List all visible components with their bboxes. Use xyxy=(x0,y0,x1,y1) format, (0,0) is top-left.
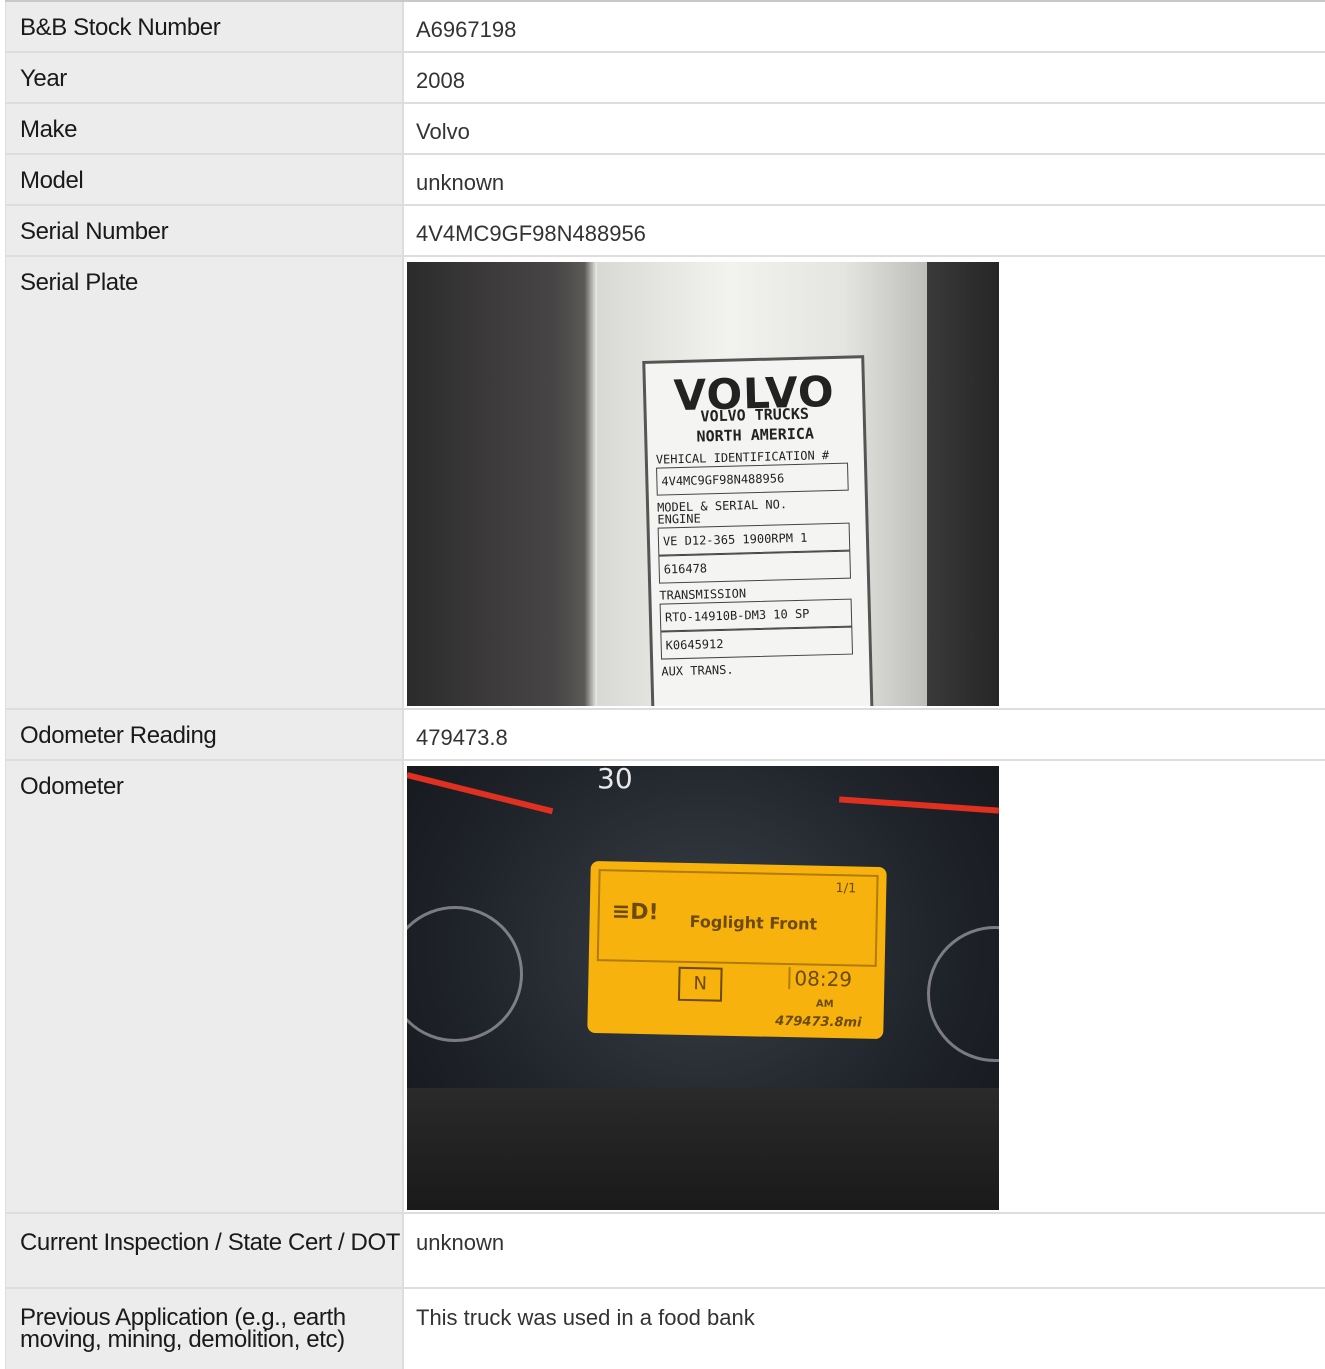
row-make: Make Volvo xyxy=(5,104,1325,155)
row-label: B&B Stock Number xyxy=(6,2,404,51)
row-value: VOLVO VOLVO TRUCKS NORTH AMERICA VEHICAL… xyxy=(404,257,1325,708)
row-label: Odometer xyxy=(6,761,404,1212)
row-previous-application: Previous Application (e.g., earth moving… xyxy=(5,1289,1325,1369)
row-label: Serial Number xyxy=(6,206,404,255)
row-model: Model unknown xyxy=(5,155,1325,206)
row-inspection: Current Inspection / State Cert / DOT un… xyxy=(5,1214,1325,1289)
lcd-message: Foglight Front xyxy=(689,912,818,934)
row-label: Make xyxy=(6,104,404,153)
row-label: Model xyxy=(6,155,404,204)
row-label: Serial Plate xyxy=(6,257,404,708)
lcd-odometer: 479473.8mi xyxy=(775,1013,862,1031)
serial-plate-photo[interactable]: VOLVO VOLVO TRUCKS NORTH AMERICA VEHICAL… xyxy=(407,262,999,706)
odometer-photo[interactable]: 30 1/1 ≡D! Foglight Front N 08:29 AM 479… xyxy=(407,766,999,1210)
plate-line2: NORTH AMERICA xyxy=(696,424,815,446)
plate-engine-serial: 616478 xyxy=(658,550,852,584)
serial-plate: VOLVO VOLVO TRUCKS NORTH AMERICA VEHICAL… xyxy=(642,355,874,706)
speed-mark: 30 xyxy=(597,766,633,795)
plate-brand: VOLVO xyxy=(673,366,836,421)
row-stock-number: B&B Stock Number A6967198 xyxy=(5,2,1325,53)
tach-needle xyxy=(838,796,999,814)
row-value: A6967198 xyxy=(416,17,517,42)
plate-aux-label: AUX TRANS. xyxy=(661,662,734,679)
row-serial-plate: Serial Plate VOLVO VOLVO TRUCKS NORTH AM… xyxy=(5,257,1325,710)
lcd-display: 1/1 ≡D! Foglight Front N 08:29 AM 479473… xyxy=(587,860,887,1040)
row-value: unknown xyxy=(416,1230,505,1255)
row-value: 4V4MC9GF98N488956 xyxy=(416,221,646,246)
plate-vin: 4V4MC9GF98N488956 xyxy=(656,462,849,496)
row-value: 2008 xyxy=(416,68,465,93)
row-label: Previous Application (e.g., earth moving… xyxy=(6,1289,404,1369)
row-odometer: Odometer 30 1/1 ≡D! Foglight Front N 08:… xyxy=(5,761,1325,1214)
vehicle-spec-table: B&B Stock Number A6967198 Year 2008 Make… xyxy=(5,0,1325,1369)
lcd-gear: N xyxy=(677,966,723,1002)
lcd-page-indicator: 1/1 xyxy=(835,881,857,897)
row-value: This truck was used in a food bank xyxy=(416,1305,755,1330)
temp-gauge xyxy=(407,906,523,1042)
fuel-gauge xyxy=(927,926,999,1062)
row-serial-number: Serial Number 4V4MC9GF98N488956 xyxy=(5,206,1325,257)
row-value: Volvo xyxy=(416,119,470,144)
row-label: Year xyxy=(6,53,404,102)
row-label: Odometer Reading xyxy=(6,710,404,759)
row-value: unknown xyxy=(416,170,505,195)
plate-trans-serial: K0645912 xyxy=(660,626,854,660)
row-label: Current Inspection / State Cert / DOT xyxy=(6,1214,404,1287)
foglight-icon: ≡D! xyxy=(611,899,659,926)
lcd-clock: 08:29 xyxy=(788,966,852,991)
row-odometer-reading: Odometer Reading 479473.8 xyxy=(5,710,1325,761)
speed-needle xyxy=(407,772,554,815)
row-value: 479473.8 xyxy=(416,725,508,750)
row-year: Year 2008 xyxy=(5,53,1325,104)
dash-panel xyxy=(407,1088,999,1210)
row-value: 30 1/1 ≡D! Foglight Front N 08:29 AM 479… xyxy=(404,761,1325,1212)
